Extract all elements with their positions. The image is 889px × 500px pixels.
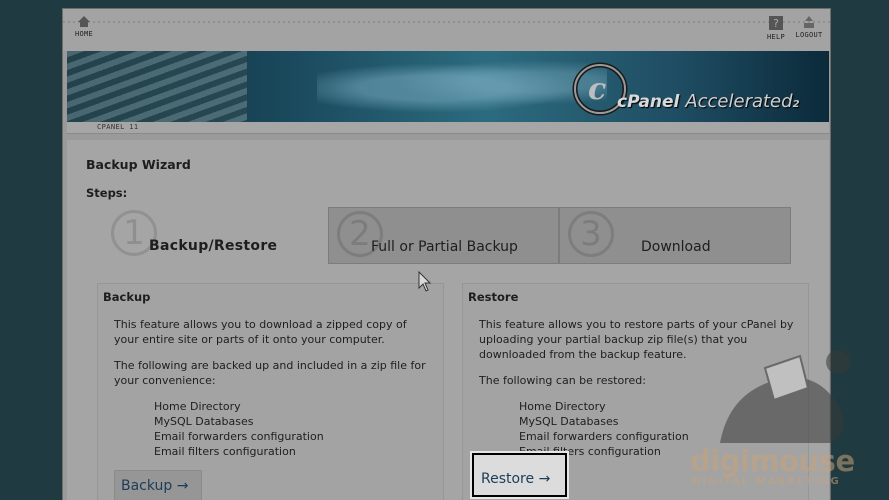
list-item: MySQL Databases (519, 415, 619, 428)
step-name: Full or Partial Backup (371, 239, 518, 255)
list-item: MySQL Databases (154, 415, 254, 428)
logout-icon (804, 16, 814, 28)
help-icon: ? (769, 16, 783, 30)
cpanel-brand-logo: c cPanel Accelerated2 (572, 61, 827, 119)
mouse-logo-icon (720, 350, 850, 443)
home-label: HOME (74, 30, 94, 38)
list-item: Email forwarders configuration (519, 430, 689, 443)
backup-button[interactable]: Backup → (114, 470, 202, 500)
steps-label: Steps: (86, 186, 128, 200)
help-button[interactable]: ? HELP (763, 15, 789, 41)
logout-button[interactable]: LOGOUT (793, 15, 825, 39)
restore-heading: Restore (468, 290, 519, 304)
brand-wordmark: cPanel Accelerated2 (617, 91, 800, 112)
banner-cables-graphic (67, 51, 247, 122)
step-tab-1: 1 Backup/Restore (103, 207, 328, 264)
step-name: Backup/Restore (149, 238, 278, 254)
step-tab-3: 3 Download (559, 207, 791, 264)
logout-label: LOGOUT (795, 31, 823, 39)
version-strip: CPANEL 11 (67, 122, 829, 134)
list-item: Home Directory (154, 400, 241, 413)
top-toolbar: HOME ? HELP LOGOUT (63, 9, 830, 51)
watermark-name: digimouse (690, 444, 855, 478)
step-name: Download (641, 239, 711, 255)
step-tab-2: 2 Full or Partial Backup (328, 207, 559, 264)
brand-cpanel-text: cPanel (617, 92, 680, 112)
cpanel-banner: c cPanel Accelerated2 (67, 51, 829, 122)
step-number: 3 (568, 211, 614, 257)
home-button[interactable]: HOME (71, 15, 97, 38)
home-icon (78, 16, 90, 27)
backup-item-list: Home Directory MySQL Databases Email for… (154, 399, 324, 459)
svg-text:?: ? (773, 17, 779, 30)
mouse-cursor-icon (418, 271, 432, 292)
restore-item-list: Home Directory MySQL Databases Email for… (519, 399, 689, 459)
restore-button[interactable]: Restore → (470, 451, 569, 499)
brand-version-mark: 2 (792, 99, 800, 110)
page-title: Backup Wizard (86, 157, 191, 172)
backup-list-intro: The following are backed up and included… (114, 359, 426, 387)
version-label: CPANEL 11 (97, 123, 139, 131)
help-label: HELP (766, 33, 786, 41)
svg-text:c: c (588, 72, 606, 107)
list-item: Email filters configuration (154, 445, 296, 458)
backup-heading: Backup (103, 290, 151, 304)
watermark-tagline: DIGITAL MARKETING (692, 476, 841, 487)
list-item: Home Directory (519, 400, 606, 413)
banner-world-map-graphic (317, 59, 607, 117)
brand-accelerated-text: Accelerated (685, 91, 793, 112)
digimouse-watermark: digimouse DIGITAL MARKETING (690, 348, 870, 500)
backup-panel: Backup This feature allows you to downlo… (97, 283, 444, 500)
backup-description: This feature allows you to download a zi… (114, 318, 407, 346)
list-item: Email forwarders configuration (154, 430, 324, 443)
